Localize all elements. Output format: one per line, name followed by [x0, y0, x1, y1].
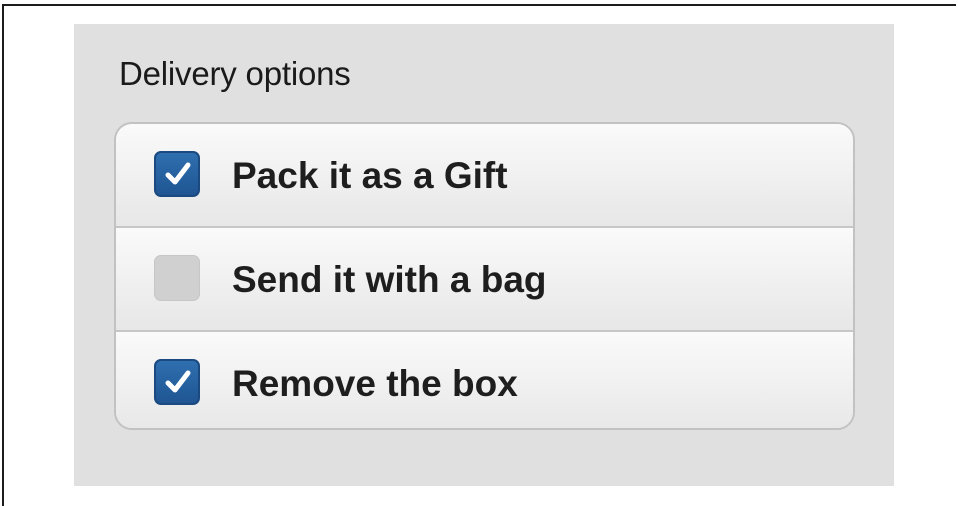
- option-pack-as-gift[interactable]: Pack it as a Gift: [116, 124, 853, 228]
- pack-as-gift-label: Pack it as a Gift: [232, 155, 508, 196]
- panel-title: Delivery options: [119, 55, 351, 92]
- remove-box-label: Remove the box: [232, 363, 518, 404]
- check-icon: [165, 162, 191, 185]
- send-with-bag-checkbox[interactable]: [154, 255, 200, 301]
- option-remove-box[interactable]: Remove the box: [116, 332, 853, 428]
- remove-box-checkbox[interactable]: [154, 359, 200, 405]
- check-icon: [165, 370, 191, 393]
- delivery-options-panel: Delivery options Pack it as a Gift Send …: [74, 24, 894, 486]
- pack-as-gift-checkbox[interactable]: [154, 151, 200, 197]
- send-with-bag-label: Send it with a bag: [232, 259, 547, 300]
- option-send-with-bag[interactable]: Send it with a bag: [116, 228, 853, 332]
- delivery-options-list: Pack it as a Gift Send it with a bag Rem…: [114, 122, 855, 430]
